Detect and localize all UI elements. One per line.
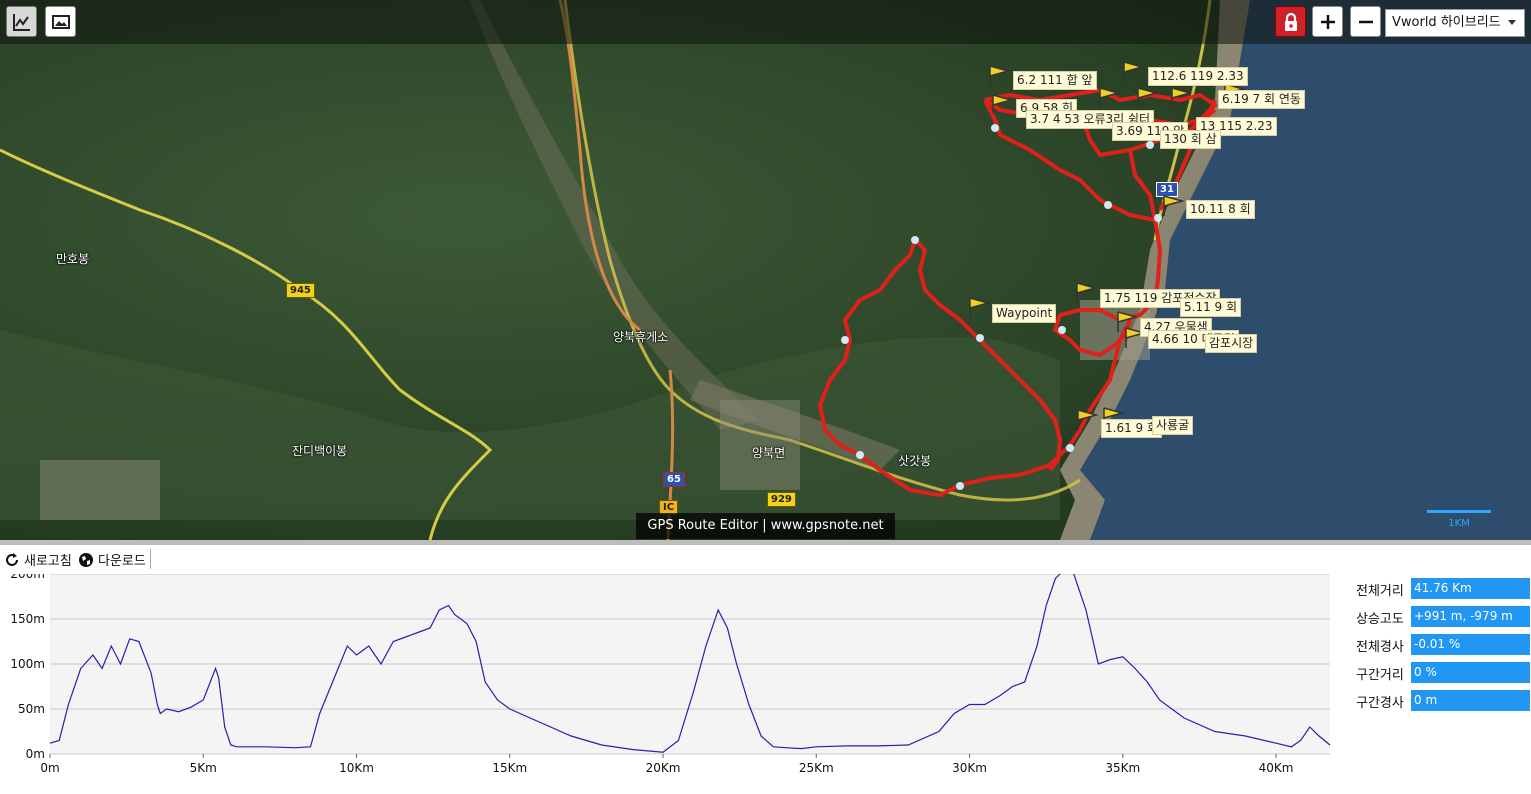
y-tick-label: 0m [26,747,45,761]
x-tick-label: 0m [40,761,59,775]
y-tick-label: 200m [10,574,45,581]
refresh-label: 새로고침 [24,554,72,569]
waypoint-label[interactable]: 6.19 7 회 연동 [1218,90,1305,109]
total-grade-value: -0.01 % [1411,634,1530,655]
waypoint-label[interactable]: 10.11 8 회 [1186,200,1255,219]
download-label: 다운로드 [98,554,146,569]
refresh-icon [6,552,18,566]
scale-label: 1KM [1448,518,1470,529]
x-tick-label: 10Km [339,761,374,775]
profile-toolbar: 새로고침 다운로드 [0,545,160,573]
segment-distance-value: 0 % [1411,662,1530,683]
waypoint-label[interactable]: 사룡굴 [1152,416,1194,435]
waypoint-label[interactable]: 감포시장 [1205,334,1258,353]
total-distance-label: 전체거리 [1356,584,1404,599]
waypoint-label[interactable]: Waypoint [992,304,1057,323]
globe-icon [79,552,93,567]
x-tick-label: 30Km [952,761,987,775]
app-banner: GPS Route Editor | www.gpsnote.net [636,513,895,539]
y-axis: 0m 50m 100m 150m 200m [10,574,45,761]
ascent-label: 상승고도 [1356,612,1404,627]
segment-grade-value: 0 m [1411,690,1530,711]
total-grade-label: 전체경사 [1356,640,1404,655]
flag-markers [969,61,1246,430]
x-tick-label: 25Km [799,761,834,775]
waypoint-label[interactable]: 130 회 삼 [1160,130,1221,149]
map-view[interactable]: Vworld 하이브리드 만호봉 잔디백이봉 양북휴게소 양북면 삿갓봉 945… [0,0,1531,540]
ascent-value: +991 m, -979 m [1411,606,1530,627]
x-tick-label: 40Km [1259,761,1294,775]
y-tick-label: 50m [18,702,45,716]
segment-grade-label: 구간경사 [1356,696,1404,711]
x-tick-label: 15Km [492,761,527,775]
waypoint-label[interactable]: 5.11 9 회 [1180,298,1242,317]
scale-bar: 1KM [1427,510,1491,529]
download-button[interactable]: 다운로드 [78,550,146,569]
splitter[interactable] [0,540,1531,545]
x-tick-label: 20Km [646,761,681,775]
refresh-button[interactable]: 새로고침 [4,550,72,569]
x-tick-label: 5Km [190,761,217,775]
y-tick-label: 100m [10,657,45,671]
x-tick-label: 35Km [1105,761,1140,775]
segment-distance-label: 구간거리 [1356,668,1404,683]
y-tick-label: 150m [10,612,45,626]
waypoint-label[interactable]: 112.6 119 2.33 [1148,67,1248,86]
waypoint-label[interactable]: 6.2 111 합 앞 [1013,71,1097,90]
x-axis: 0m 5Km 10Km 15Km 20Km 25Km 30Km 35Km 40Km [40,754,1293,775]
toolbar-divider [150,549,151,569]
total-distance-value: 41.76 Km [1411,578,1530,599]
elevation-chart[interactable]: 0m 50m 100m 150m 200m 0m 5Km 10Km 15Km 20Km 25Km 3… [0,574,1340,794]
